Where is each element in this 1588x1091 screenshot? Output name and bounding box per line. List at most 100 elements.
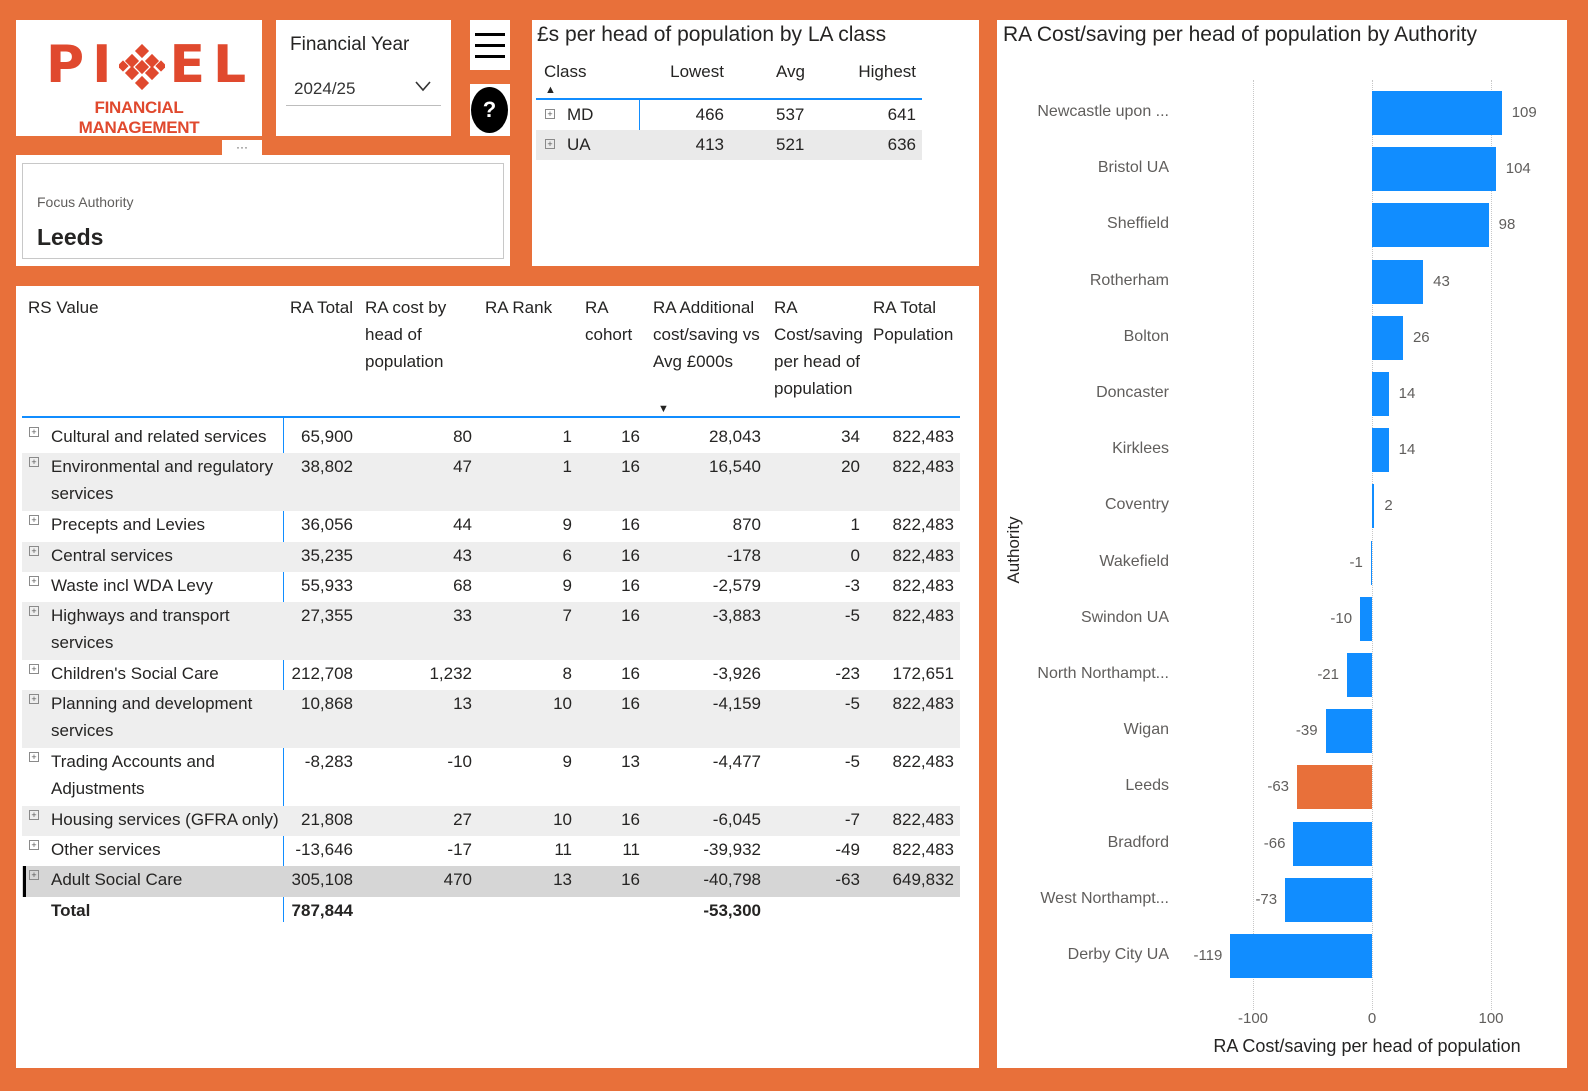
hamburger-icon [475, 33, 505, 36]
bar-leeds[interactable] [1297, 765, 1372, 810]
expand-icon[interactable]: + [545, 139, 555, 149]
column-header-avg[interactable]: Avg [776, 62, 805, 82]
logo-text-left: PI [46, 35, 120, 95]
bar-kirklees[interactable] [1372, 428, 1389, 473]
bar-bradford[interactable] [1293, 821, 1372, 866]
table-cell-add: -6,045 [712, 810, 761, 829]
column-header-ra-cohort[interactable]: RA cohort [585, 294, 645, 348]
y-category-label: West Northampt... [1040, 889, 1169, 907]
focus-authority-label: Focus Authority [37, 194, 134, 210]
table-cell-cs: -5 [844, 606, 860, 625]
financial-year-dropdown[interactable]: 2024/25 [286, 68, 441, 106]
bar-doncaster[interactable] [1372, 372, 1389, 416]
help-icon: ? [471, 87, 508, 133]
expand-icon[interactable]: + [29, 664, 39, 674]
y-category-label: Coventry [1104, 496, 1169, 514]
table-cell-cohort: 16 [621, 515, 640, 534]
table-row-name[interactable]: Housing services (GFRA only) [51, 806, 279, 833]
table-row-name[interactable]: Planning and development [51, 690, 252, 717]
table-cell-cohort: 16 [621, 664, 640, 683]
bar-swindon-ua[interactable] [1360, 596, 1372, 641]
table-row-name[interactable]: Children's Social Care [51, 660, 219, 687]
column-header-lowest[interactable]: Lowest [644, 62, 724, 82]
bar-data-label: -10 [1330, 609, 1353, 627]
bar-data-label: 2 [1384, 497, 1393, 515]
expand-icon[interactable]: + [545, 109, 555, 119]
table-cell-add: 16,540 [709, 457, 761, 476]
rs-value-table-panel: RS Value RA Total RA cost by head of pop… [16, 286, 979, 1068]
bar-data-label: 109 [1511, 104, 1537, 121]
bar-data-label: 98 [1498, 216, 1516, 234]
expand-icon[interactable]: + [29, 427, 39, 437]
hamburger-icon-line [475, 44, 505, 47]
expand-icon[interactable]: + [29, 606, 39, 616]
column-header-ra-total[interactable]: RA Total [290, 294, 353, 321]
table-cell-head: 47 [453, 457, 472, 476]
table-cell-add: -4,159 [712, 694, 761, 713]
slicer-title: Financial Year [290, 34, 410, 55]
table-cell-cohort: 13 [621, 752, 640, 771]
bar-data-label: -63 [1267, 778, 1290, 796]
column-header-ra-population[interactable]: RA Total Population [873, 294, 963, 348]
logo-x-mark-icon [119, 44, 165, 90]
expand-icon[interactable]: + [29, 457, 39, 467]
table-row-name[interactable]: Central services [51, 542, 173, 569]
column-header-rs-value[interactable]: RS Value [28, 294, 99, 321]
table-cell-cohort: 16 [621, 457, 640, 476]
column-header-ra-cost-saving[interactable]: RA Cost/saving per head of population [774, 294, 870, 402]
table-row-name[interactable]: Cultural and related services [51, 423, 266, 450]
expand-icon[interactable]: + [29, 810, 39, 820]
bar-bolton[interactable] [1372, 315, 1403, 360]
expand-icon[interactable]: + [29, 546, 39, 556]
bar-north-northampt[interactable] [1347, 653, 1372, 697]
y-category-label: Wigan [1123, 721, 1169, 739]
table-cell-head: 68 [453, 576, 472, 595]
y-category-label: North Northampt... [1037, 665, 1169, 682]
menu-button[interactable] [470, 20, 510, 70]
bar-rotherham[interactable] [1372, 259, 1424, 304]
expand-icon[interactable]: + [29, 576, 39, 586]
table-cell-head: 13 [453, 694, 472, 713]
table-row-name[interactable]: Adult Social Care [51, 866, 182, 893]
focus-authority-card[interactable]: Focus Authority Leeds [22, 163, 504, 259]
table-row-name[interactable]: Precepts and Levies [51, 511, 205, 538]
column-header-ra-cost-head[interactable]: RA cost by head of population [365, 294, 465, 375]
bar-sheffield[interactable] [1372, 203, 1489, 248]
table-cell-total: 305,108 [291, 870, 353, 889]
table-row-name[interactable]: Trading Accounts and [51, 748, 215, 775]
table-row-name[interactable]: Highways and transport [51, 602, 230, 629]
expand-icon[interactable]: + [29, 515, 39, 525]
table-cell-total: 36,056 [301, 515, 353, 534]
table-cell-pop: 822,483 [892, 457, 954, 476]
header-divider [536, 98, 922, 100]
bar-wakefield[interactable] [1370, 540, 1373, 585]
table-row-name[interactable]: Other services [51, 836, 161, 863]
bar-newcastle-upon[interactable] [1372, 91, 1502, 135]
bar-west-northampt[interactable] [1285, 877, 1372, 922]
bar-data-label: -73 [1255, 890, 1278, 908]
table-row-name[interactable]: Waste incl WDA Levy [51, 572, 213, 599]
y-category-label: Derby City UA [1067, 946, 1169, 963]
bar-wigan[interactable] [1325, 709, 1372, 754]
table-cell-cohort: 16 [621, 576, 640, 595]
expand-icon[interactable]: + [29, 870, 39, 880]
table-cell-pop: 822,483 [892, 515, 954, 534]
focus-authority-value: Leeds [37, 224, 104, 250]
table-cell-add: -3,926 [712, 664, 761, 683]
column-header-highest[interactable]: Highest [836, 62, 916, 82]
table-cell-total: 21,808 [301, 810, 353, 829]
expand-icon[interactable]: + [29, 752, 39, 762]
column-header-ra-rank[interactable]: RA Rank [485, 294, 552, 321]
table-row-name[interactable]: Environmental and regulatory [51, 453, 273, 480]
bar-coventry[interactable] [1372, 484, 1375, 529]
bar-derby-city-ua[interactable] [1230, 934, 1372, 978]
logo-text-right: EL [169, 35, 255, 95]
bar-data-label: -66 [1263, 834, 1286, 852]
help-button[interactable]: ? [470, 84, 510, 136]
column-header-class[interactable]: Class [544, 62, 587, 82]
more-options-icon[interactable]: ··· [222, 140, 262, 156]
bar-bristol-ua[interactable] [1372, 147, 1496, 192]
expand-icon[interactable]: + [29, 840, 39, 850]
expand-icon[interactable]: + [29, 694, 39, 704]
column-header-ra-additional[interactable]: RA Additional cost/saving vs Avg £000s [653, 294, 765, 375]
